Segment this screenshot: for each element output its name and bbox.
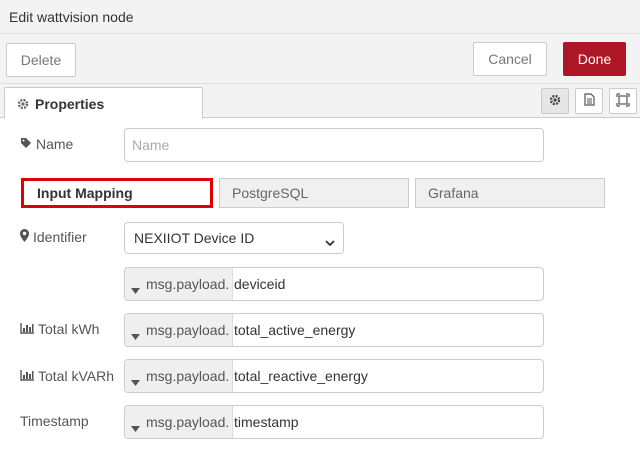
bar-chart-icon [20,321,38,337]
tag-icon [20,136,36,152]
dialog-titlebar: Edit wattvision node [0,0,640,34]
total-kwh-label: Total kWh [38,321,100,337]
deviceid-typed-input[interactable]: msg.payload. deviceid [124,267,544,301]
frame-icon [616,92,630,110]
timestamp-typed-input[interactable]: msg.payload. timestamp [124,405,544,439]
identifier-label: Identifier [33,229,87,245]
chevron-down-icon [325,234,335,250]
description-tab-button[interactable] [575,88,603,114]
type-selector[interactable]: msg.payload. [125,360,233,392]
caret-down-icon [131,327,140,343]
tab-properties-label: Properties [35,96,105,112]
identifier-select[interactable]: NEXIIOT Device ID [124,222,344,254]
total-kvarh-label-row: Total kVARh [20,368,114,384]
total-kwh-typed-input[interactable]: msg.payload. total_active_energy [124,313,544,347]
timestamp-label-row: Timestamp [20,413,89,429]
type-prefix: msg.payload. [146,322,230,338]
type-prefix: msg.payload. [146,368,230,384]
name-label: Name [36,136,74,152]
map-marker-icon [20,229,33,245]
properties-tab-strip: Properties [0,84,640,119]
appearance-tab-button[interactable] [609,88,637,114]
mapping-value: total_reactive_energy [234,368,368,384]
total-kvarh-label: Total kVARh [38,368,114,384]
mapping-value: timestamp [234,414,299,430]
gear-icon [17,97,29,113]
identifier-select-value: NEXIIOT Device ID [134,230,255,246]
cancel-button[interactable]: Cancel [473,42,547,76]
settings-tab-button[interactable] [541,88,569,114]
done-button[interactable]: Done [563,42,626,76]
total-kwh-label-row: Total kWh [20,321,99,337]
delete-button[interactable]: Delete [6,43,76,77]
dialog-button-bar: Delete Cancel Done [0,34,640,84]
subtab-input-mapping-label: Input Mapping [37,185,133,201]
document-icon [583,93,595,109]
type-selector[interactable]: msg.payload. [125,268,233,300]
timestamp-label: Timestamp [20,413,89,429]
subtab-postgresql[interactable]: PostgreSQL [219,178,409,208]
name-input[interactable]: Name [124,128,544,162]
subtab-grafana-label: Grafana [428,185,479,201]
type-selector[interactable]: msg.payload. [125,406,233,438]
name-label-row: Name [20,136,73,152]
gear-icon [549,93,561,109]
mapping-value: deviceid [234,276,286,292]
caret-down-icon [131,281,140,297]
type-selector[interactable]: msg.payload. [125,314,233,346]
subtab-grafana[interactable]: Grafana [415,178,605,208]
total-kvarh-typed-input[interactable]: msg.payload. total_reactive_energy [124,359,544,393]
dialog-title: Edit wattvision node [9,9,134,25]
tab-properties[interactable]: Properties [4,87,203,119]
mapping-value: total_active_energy [234,322,356,338]
type-prefix: msg.payload. [146,414,230,430]
subtab-input-mapping[interactable]: Input Mapping [21,178,213,208]
caret-down-icon [131,419,140,435]
type-prefix: msg.payload. [146,276,230,292]
bar-chart-icon [20,368,38,384]
subtab-postgresql-label: PostgreSQL [232,185,309,201]
identifier-label-row: Identifier [20,229,87,245]
caret-down-icon [131,373,140,389]
name-input-placeholder: Name [132,137,170,153]
